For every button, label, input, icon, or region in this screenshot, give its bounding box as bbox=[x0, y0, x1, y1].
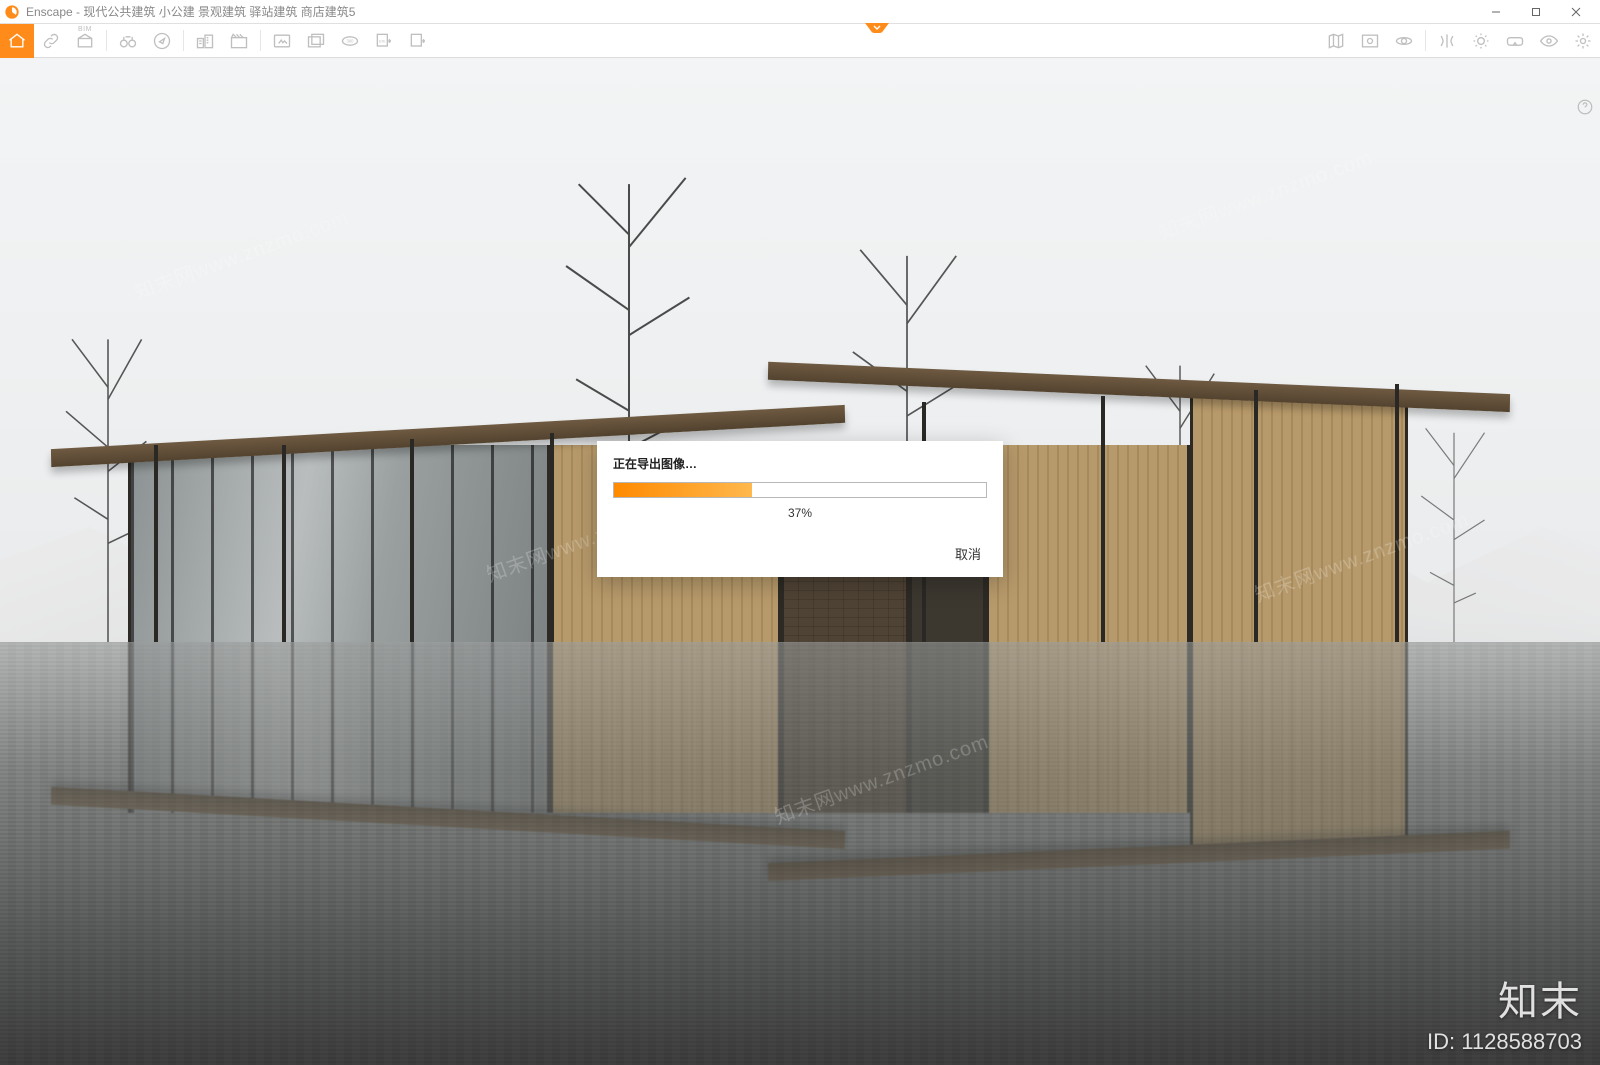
window-maximize-button[interactable] bbox=[1516, 0, 1556, 24]
titlebar: Enscape - 现代公共建筑 小公建 景观建筑 驿站建筑 商店建筑5 bbox=[0, 0, 1600, 24]
window-controls bbox=[1476, 0, 1596, 24]
app-logo-icon bbox=[4, 4, 20, 20]
export-progress-dialog: 正在导出图像… 37% 取消 bbox=[597, 441, 1003, 577]
toolbar: BIM 360 EXE bbox=[0, 24, 1600, 58]
eye-icon[interactable] bbox=[1532, 24, 1566, 58]
watermark: 知末 ID: 1128588703 bbox=[1427, 969, 1582, 1055]
watermark-id-value: 1128588703 bbox=[1461, 1029, 1582, 1054]
dialog-title: 正在导出图像… bbox=[613, 455, 987, 472]
export-exe-icon[interactable]: EXE bbox=[367, 24, 401, 58]
svg-text:EXE: EXE bbox=[379, 40, 386, 44]
bim-badge: BIM bbox=[68, 26, 102, 33]
progress-bar bbox=[613, 482, 987, 498]
screenshot-icon[interactable] bbox=[265, 24, 299, 58]
watermark-brand: 知末 bbox=[1427, 969, 1582, 1027]
home-icon[interactable] bbox=[0, 24, 34, 58]
buildings-icon[interactable] bbox=[188, 24, 222, 58]
export-web-icon[interactable] bbox=[401, 24, 435, 58]
compass-icon[interactable] bbox=[145, 24, 179, 58]
window-minimize-button[interactable] bbox=[1476, 0, 1516, 24]
clapperboard-icon[interactable] bbox=[222, 24, 256, 58]
batch-render-icon[interactable] bbox=[299, 24, 333, 58]
viewport[interactable]: 公共厕所 Toilet 知末网www.znzmo.com 知末网www.znzm… bbox=[0, 58, 1600, 1065]
toolbar-left: BIM 360 EXE bbox=[0, 24, 435, 57]
screenshot2-icon[interactable] bbox=[1353, 24, 1387, 58]
watermark-id-label: ID: bbox=[1427, 1029, 1455, 1054]
orbit-icon[interactable] bbox=[1387, 24, 1421, 58]
vr-split-icon[interactable] bbox=[1430, 24, 1464, 58]
cancel-button[interactable]: 取消 bbox=[949, 540, 987, 567]
progress-percent-label: 37% bbox=[613, 506, 987, 520]
gear-icon[interactable] bbox=[1566, 24, 1600, 58]
pano360-icon[interactable]: 360 bbox=[333, 24, 367, 58]
binoculars-icon[interactable] bbox=[111, 24, 145, 58]
toolbar-expand-notch-icon[interactable] bbox=[865, 23, 889, 33]
window-title: Enscape - 现代公共建筑 小公建 景观建筑 驿站建筑 商店建筑5 bbox=[26, 3, 355, 20]
svg-text:360: 360 bbox=[347, 39, 355, 44]
headset-icon[interactable] bbox=[1498, 24, 1532, 58]
map-icon[interactable] bbox=[1319, 24, 1353, 58]
scene-water bbox=[0, 642, 1600, 1065]
window-close-button[interactable] bbox=[1556, 0, 1596, 24]
help-icon[interactable] bbox=[1576, 98, 1594, 116]
toolbar-right bbox=[1319, 24, 1600, 57]
bim-icon[interactable]: BIM bbox=[68, 24, 102, 58]
link-icon[interactable] bbox=[34, 24, 68, 58]
scene-tree bbox=[1404, 400, 1504, 662]
progress-bar-fill bbox=[614, 483, 752, 497]
sun-icon[interactable] bbox=[1464, 24, 1498, 58]
